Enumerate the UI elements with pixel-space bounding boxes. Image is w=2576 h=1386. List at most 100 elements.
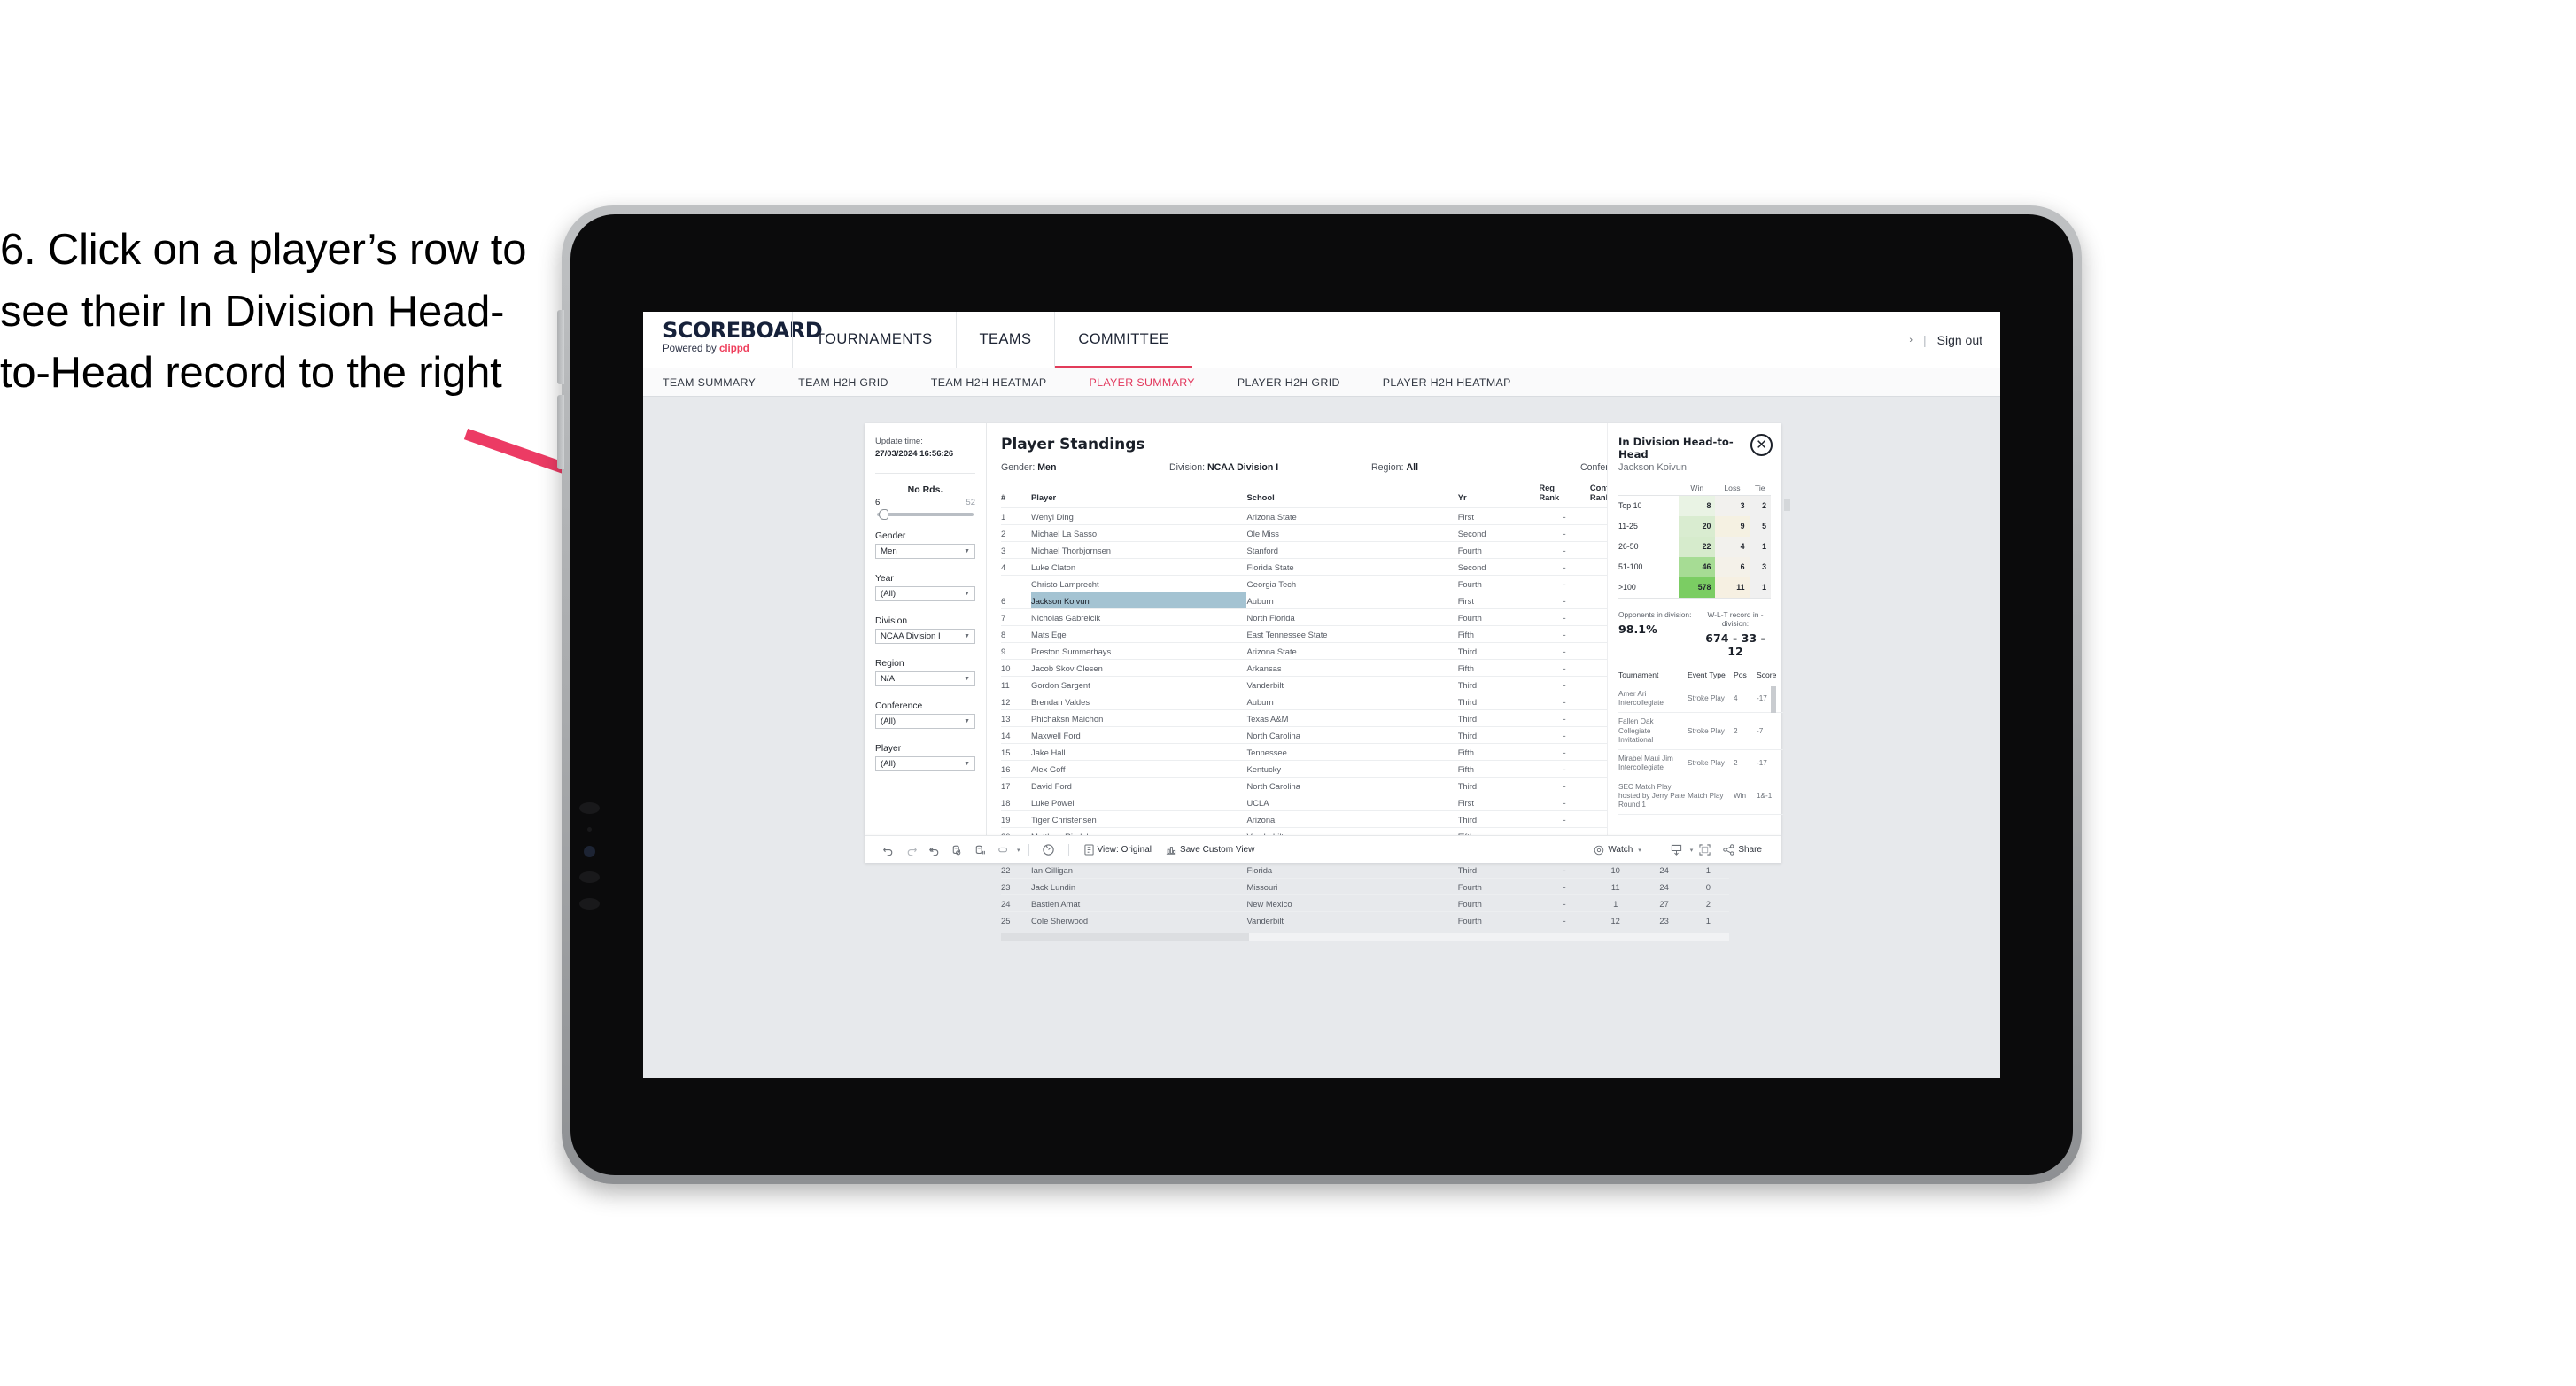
cell-year: Fourth — [1457, 541, 1540, 559]
cell-year: Fifth — [1457, 743, 1540, 761]
logo-tagline-prefix: Powered by — [663, 344, 719, 354]
cell-no-rds: 24 — [1641, 878, 1688, 895]
h2h-loss-cell: 11 — [1715, 577, 1750, 599]
filter-select-division[interactable]: NCAA Division I ▼ — [875, 628, 975, 644]
col-reg-rank[interactable]: Reg Rank — [1539, 483, 1590, 508]
h2h-win-cell: 578 — [1679, 577, 1716, 599]
top-nav-tournaments[interactable]: TOURNAMENTS — [792, 312, 956, 368]
save-custom-view-button[interactable]: Save Custom View — [1159, 845, 1261, 856]
cell-rank: 19 — [1001, 810, 1032, 828]
fullscreen-icon[interactable] — [1693, 840, 1716, 860]
app-logo[interactable]: SCOREBOARD Powered by clippd — [643, 312, 823, 368]
cell-player: Luke Claton — [1031, 558, 1247, 576]
h2h-loss-cell: 4 — [1715, 536, 1750, 557]
col-rank[interactable]: # — [1001, 484, 1031, 508]
filter-select-player[interactable]: (All) ▼ — [875, 755, 975, 771]
no-rounds-slider-track[interactable] — [877, 508, 974, 520]
cell-rank: 4 — [1001, 558, 1032, 576]
filter-value-division: NCAA Division I — [881, 631, 941, 641]
pause-updates-icon[interactable] — [969, 840, 992, 860]
watch-caret-icon[interactable]: ▾ — [1638, 847, 1641, 854]
cell-reg-rank: - — [1539, 642, 1590, 660]
tab-player-h2h-grid[interactable]: PLAYER H2H GRID — [1238, 376, 1363, 389]
cell-rank: 7 — [1001, 608, 1032, 626]
view-original-button[interactable]: View: Original — [1077, 844, 1160, 856]
tab-player-summary[interactable]: PLAYER SUMMARY — [1089, 376, 1217, 389]
table-row[interactable]: 24 Bastien Amat New Mexico Fourth -1 27 2 — [1001, 894, 1729, 912]
sign-out-link[interactable]: Sign out — [1937, 333, 1982, 347]
col-school[interactable]: School — [1246, 484, 1457, 508]
account-chevron-icon[interactable]: › — [1909, 335, 1913, 345]
cell-year: Third — [1457, 726, 1540, 744]
cell-rank: 25 — [1001, 911, 1032, 929]
redo-icon[interactable] — [900, 840, 923, 860]
speaker-hole-1 — [579, 802, 600, 814]
alerts-icon[interactable] — [1037, 840, 1060, 860]
standings-horizontal-scroll-thumb[interactable] — [1001, 933, 1249, 941]
filter-select-region[interactable]: N/A ▼ — [875, 670, 975, 686]
share-button[interactable]: Share — [1716, 844, 1769, 856]
filter-label-division: Division — [875, 616, 908, 626]
standings-vertical-scrollbar[interactable] — [1784, 499, 1790, 708]
tournament-vertical-scrollbar[interactable] — [1771, 685, 1776, 771]
undo-icon[interactable] — [877, 840, 900, 860]
instruction-annotation: 6. Click on a player’s row to see their … — [0, 226, 527, 398]
cell-wins: 2 — [1687, 894, 1729, 912]
table-row[interactable]: 22 Ian Gilligan Florida Third -10 24 1 — [1001, 861, 1729, 879]
chevron-down-icon: ▼ — [964, 632, 970, 639]
no-rounds-slider-thumb[interactable] — [879, 508, 888, 520]
cell-reg-rank: - — [1539, 794, 1590, 811]
no-rounds-slider-label: No Rds. — [907, 484, 943, 495]
h2h-bucket-label: Top 10 — [1618, 495, 1680, 516]
h2h-loss-cell: 6 — [1715, 556, 1750, 577]
standings-vertical-scroll-thumb[interactable] — [1784, 499, 1790, 511]
col-reg-line2: Rank — [1539, 492, 1560, 502]
tab-team-h2h-grid[interactable]: TEAM H2H GRID — [798, 376, 912, 389]
cell-event-type: Stroke Play — [1688, 749, 1734, 778]
filter-group-gender: Gender Men ▼ — [865, 531, 986, 559]
cell-player: Jacob Skov Olesen — [1031, 659, 1247, 677]
chevron-down-icon: ▼ — [964, 590, 970, 597]
update-time-label: Update time: — [875, 437, 923, 446]
view-original-label: View: Original — [1097, 845, 1152, 855]
standings-horizontal-scrollbar[interactable] — [1001, 933, 1729, 941]
highlight-dropdown-caret-icon[interactable]: ▾ — [1017, 847, 1020, 854]
cell-school: Stanford — [1246, 541, 1458, 559]
watch-label: Watch — [1608, 845, 1633, 855]
download-icon[interactable] — [1665, 840, 1688, 860]
filter-select-gender[interactable]: Men ▼ — [875, 543, 975, 559]
toolbar-divider-2 — [1067, 843, 1069, 856]
watch-button[interactable]: Watch ▾ — [1587, 845, 1648, 856]
revert-icon[interactable] — [923, 840, 946, 860]
table-row[interactable]: 25 Cole Sherwood Vanderbilt Fourth -12 23 1 — [1001, 911, 1729, 929]
col-year[interactable]: Yr — [1458, 484, 1540, 508]
tournament-row: Mirabel Maui Jim Intercollegiate Stroke P… — [1618, 749, 1783, 778]
close-icon[interactable]: ✕ — [1750, 434, 1773, 456]
tab-team-h2h-heatmap[interactable]: TEAM H2H HEATMAP — [931, 376, 1070, 389]
filter-select-conference[interactable]: (All) ▼ — [875, 713, 975, 729]
top-nav-committee[interactable]: COMMITTEE — [1054, 312, 1192, 368]
volume-up-button[interactable] — [557, 310, 564, 384]
cell-rank: 16 — [1001, 760, 1032, 778]
refresh-data-icon[interactable] — [946, 840, 969, 860]
cell-year: Fourth — [1457, 894, 1540, 912]
cell-reg-rank: - — [1539, 810, 1590, 828]
col-player[interactable]: Player — [1031, 484, 1246, 508]
table-row[interactable]: 23 Jack Lundin Missouri Fourth -11 24 0 — [1001, 878, 1729, 895]
volume-down-button[interactable] — [557, 395, 564, 469]
stat-wlt-record: W-L-T record in -division: 674 - 33 - 12 — [1700, 610, 1771, 658]
tab-team-summary[interactable]: TEAM SUMMARY — [663, 376, 779, 389]
tab-player-h2h-heatmap[interactable]: PLAYER H2H HEATMAP — [1383, 376, 1534, 389]
cell-wins: 1 — [1687, 861, 1729, 879]
h2h-tie-cell: 1 — [1749, 536, 1771, 557]
cell-year: Third — [1457, 642, 1540, 660]
meta-gender: Gender: Men — [1001, 462, 1169, 473]
top-nav-teams[interactable]: TEAMS — [955, 312, 1055, 368]
h2h-row: 11-25 20 9 5 — [1618, 515, 1771, 537]
cell-score: 1&-1 — [1757, 778, 1783, 816]
viz-toolbar: ▾ View: Original Save Custom View Watch … — [865, 835, 1781, 863]
tournament-vertical-scroll-thumb[interactable] — [1771, 685, 1776, 713]
filter-select-year[interactable]: (All) ▼ — [875, 585, 975, 601]
highlight-icon[interactable] — [992, 840, 1015, 860]
header-divider: | — [1922, 332, 1927, 347]
